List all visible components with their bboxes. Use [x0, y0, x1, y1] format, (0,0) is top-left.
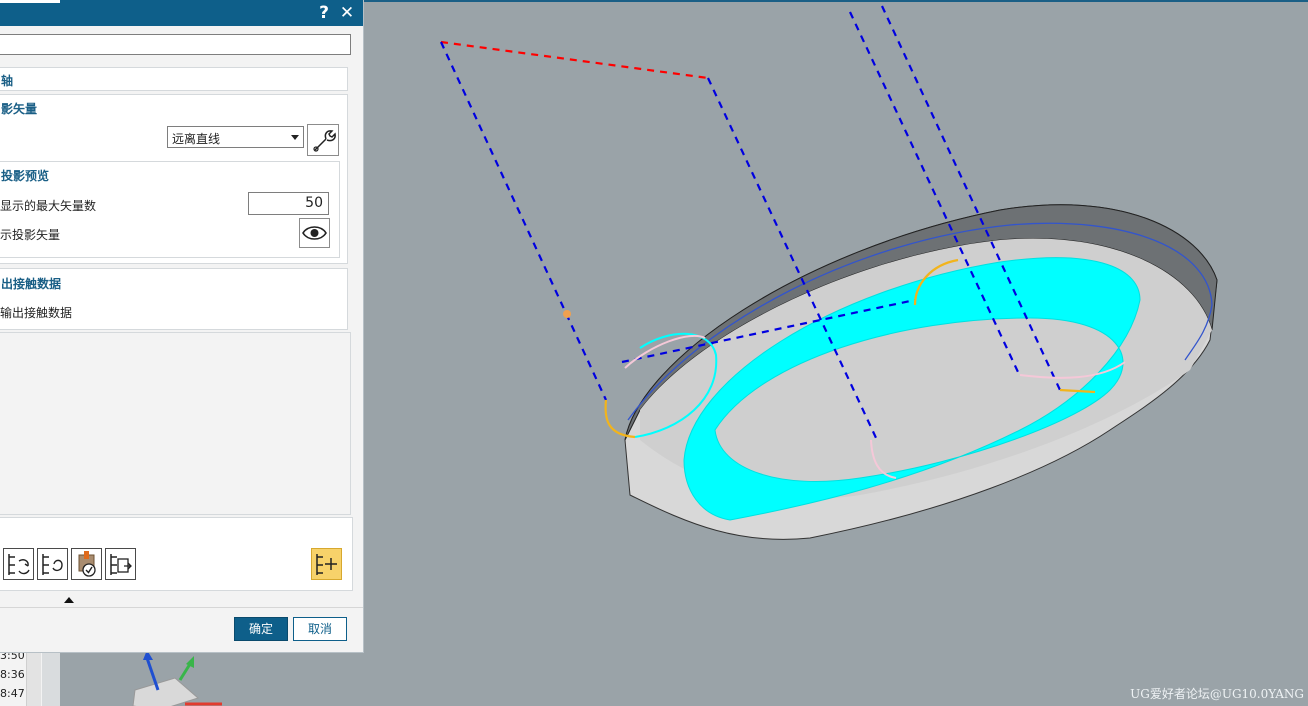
projection-vector-title[interactable]: 影矢量 — [1, 100, 37, 117]
projection-type-value: 远离直线 — [172, 132, 221, 146]
timestamp-3: 8:47 — [0, 687, 25, 700]
replay-path-icon[interactable] — [3, 548, 34, 580]
contact-data-title[interactable]: 出接触数据 — [1, 275, 61, 292]
watermark-text: UG爱好者论坛@UG10.0YANG — [1130, 687, 1304, 701]
output-contact-data-label: 输出接触数据 — [0, 306, 73, 320]
axis-group[interactable]: 轴 — [0, 67, 348, 91]
verify-icon[interactable] — [71, 548, 102, 580]
timestamp-2: 8:36 — [0, 668, 25, 681]
navigator-edge — [42, 652, 60, 706]
max-vectors-input[interactable]: 50 — [248, 192, 329, 215]
cancel-button[interactable]: 取消 — [293, 617, 347, 641]
close-icon[interactable]: ✕ — [337, 3, 357, 23]
ok-button[interactable]: 确定 — [234, 617, 288, 641]
chevron-down-icon — [291, 135, 299, 140]
help-icon[interactable]: ? — [314, 3, 334, 23]
max-vectors-value: 50 — [305, 195, 323, 211]
titlebar-tab-indicator — [0, 0, 60, 3]
max-vectors-label: 显示的最大矢量数 — [0, 199, 97, 213]
regenerate-path-icon[interactable] — [37, 548, 68, 580]
list-icon[interactable] — [105, 548, 136, 580]
projection-vector-dialog: ? ✕ 轴 影矢量 远离直线 投影预览 显示的最大矢量数 50 示投影矢量 出接… — [0, 0, 364, 653]
name-field[interactable] — [0, 34, 351, 55]
dialog-titlebar[interactable]: ? ✕ — [0, 0, 363, 26]
axis-group-title: 轴 — [1, 74, 14, 88]
wrench-icon[interactable] — [307, 124, 339, 156]
preview-group-title[interactable]: 投影预览 — [1, 167, 49, 184]
footer-divider — [0, 607, 363, 608]
empty-area — [0, 332, 351, 515]
projection-type-dropdown[interactable]: 远离直线 — [167, 126, 304, 148]
collapse-arrow-icon[interactable] — [64, 597, 74, 603]
show-vectors-label: 示投影矢量 — [0, 228, 61, 242]
navigator-panel: 3:50 8:36 8:47 — [0, 649, 60, 706]
coordinate-triad-icon — [132, 650, 222, 706]
navigator-scrollbar[interactable] — [26, 652, 41, 706]
generate-operation-icon[interactable] — [311, 548, 342, 580]
eye-icon[interactable] — [299, 218, 330, 248]
